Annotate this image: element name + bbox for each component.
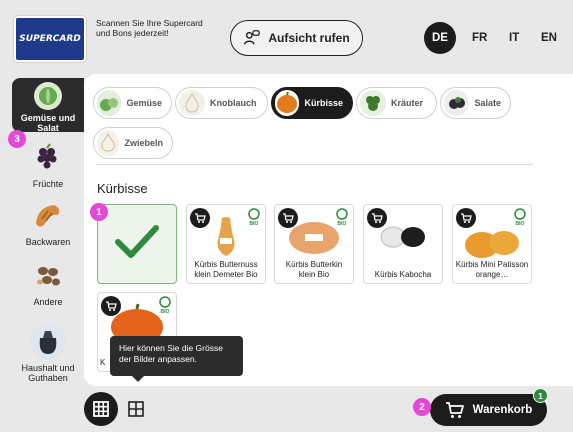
chip-gemuese[interactable]: Gemüse — [93, 87, 172, 119]
trash-bag-icon — [30, 324, 66, 360]
sidebar-item-fruechte[interactable]: Früchte — [12, 140, 84, 189]
grid-2x2-icon — [128, 401, 144, 417]
section-title: Kürbisse — [97, 181, 148, 196]
supercard-logo: SUPERCARD — [14, 16, 86, 62]
product-name: Kürbis Butterkin klein Bio — [285, 260, 343, 279]
shopping-cart-icon — [445, 402, 464, 418]
product-card-selected[interactable] — [97, 204, 177, 284]
vegetables-icon — [97, 90, 122, 116]
product-card[interactable]: BIO Kürbis Butterkin klein Bio — [274, 204, 354, 284]
croissant-icon — [30, 198, 66, 234]
step-badge-1: 1 — [90, 203, 108, 221]
tooltip-arrow — [131, 375, 145, 382]
product-image — [364, 213, 442, 259]
cart-count-badge: 1 — [533, 388, 548, 403]
step-badge-2: 2 — [413, 398, 431, 416]
sidebar-item-label: Haushalt und Guthaben — [21, 363, 75, 383]
product-name: Kürbis Kabocha — [374, 269, 432, 279]
product-name: Kürbis Mini Patisson orange… — [455, 260, 529, 279]
product-card[interactable]: BIO Kürbis Mini Patisson orange… — [452, 204, 532, 284]
image-size-tooltip: Hier können Sie die Grösse der Bilder an… — [110, 336, 243, 376]
step-badge-3: 3 — [8, 130, 26, 148]
onion-icon — [97, 130, 120, 156]
lang-de-button[interactable]: DE — [424, 22, 456, 54]
sidebar-item-gemuese[interactable]: Gemüse und Salat — [12, 78, 84, 133]
chip-kuerbisse[interactable]: Kürbisse — [271, 87, 353, 119]
product-name: Kürbis Butternuss klein Demeter Bio — [194, 260, 258, 279]
grid-3x3-icon — [93, 401, 109, 417]
pumpkin-icon — [275, 90, 300, 116]
sidebar-item-label: Gemüse und Salat — [20, 113, 76, 133]
product-card[interactable]: Kürbis Kabocha — [363, 204, 443, 284]
call-attendant-button[interactable]: Aufsicht rufen — [230, 20, 363, 56]
product-image — [275, 213, 353, 259]
product-card[interactable]: BIO Kürbis Butternuss klein Demeter Bio — [186, 204, 266, 284]
grapes-icon — [30, 140, 66, 176]
scan-hint-text: Scannen Sie Ihre Supercard und Bons jede… — [96, 18, 203, 38]
lettuce-icon — [34, 82, 62, 110]
sidebar-item-label: Backwaren — [25, 237, 71, 247]
chip-label: Salate — [474, 98, 501, 108]
lang-it-button[interactable]: IT — [509, 22, 519, 54]
large-grid-view-button[interactable] — [84, 392, 118, 426]
sidebar-item-andere[interactable]: Andere — [12, 258, 84, 307]
lang-fr-button[interactable]: FR — [472, 22, 487, 54]
checkmark-icon — [98, 219, 176, 265]
chip-label: Zwiebeln — [124, 138, 163, 148]
lang-en-button[interactable]: EN — [541, 22, 557, 54]
sidebar-item-backwaren[interactable]: Backwaren — [12, 198, 84, 247]
call-attendant-label: Aufsicht rufen — [268, 31, 350, 45]
chip-label: Knoblauch — [210, 98, 257, 108]
chip-zwiebeln[interactable]: Zwiebeln — [93, 127, 173, 159]
salad-icon — [444, 90, 470, 116]
sidebar-item-haushalt[interactable]: Haushalt und Guthaben — [12, 324, 84, 383]
chip-kraeuter[interactable]: Kräuter — [356, 87, 437, 119]
chip-label: Kürbisse — [304, 98, 343, 108]
cart-label: Warenkorb — [472, 404, 533, 416]
divider — [96, 164, 533, 165]
chip-label: Gemüse — [126, 98, 162, 108]
small-grid-view-button[interactable] — [124, 397, 148, 421]
product-image — [187, 213, 265, 259]
herbs-icon — [360, 90, 386, 116]
chip-salate[interactable]: Salate — [440, 87, 511, 119]
nuts-icon — [30, 258, 66, 294]
person-speech-icon — [244, 30, 261, 45]
sidebar-item-label: Andere — [33, 297, 63, 307]
chip-knoblauch[interactable]: Knoblauch — [175, 87, 268, 119]
garlic-icon — [179, 90, 205, 116]
sidebar-item-label: Früchte — [32, 179, 64, 189]
cart-button[interactable]: Warenkorb — [430, 394, 547, 426]
chip-label: Kräuter — [391, 98, 424, 108]
